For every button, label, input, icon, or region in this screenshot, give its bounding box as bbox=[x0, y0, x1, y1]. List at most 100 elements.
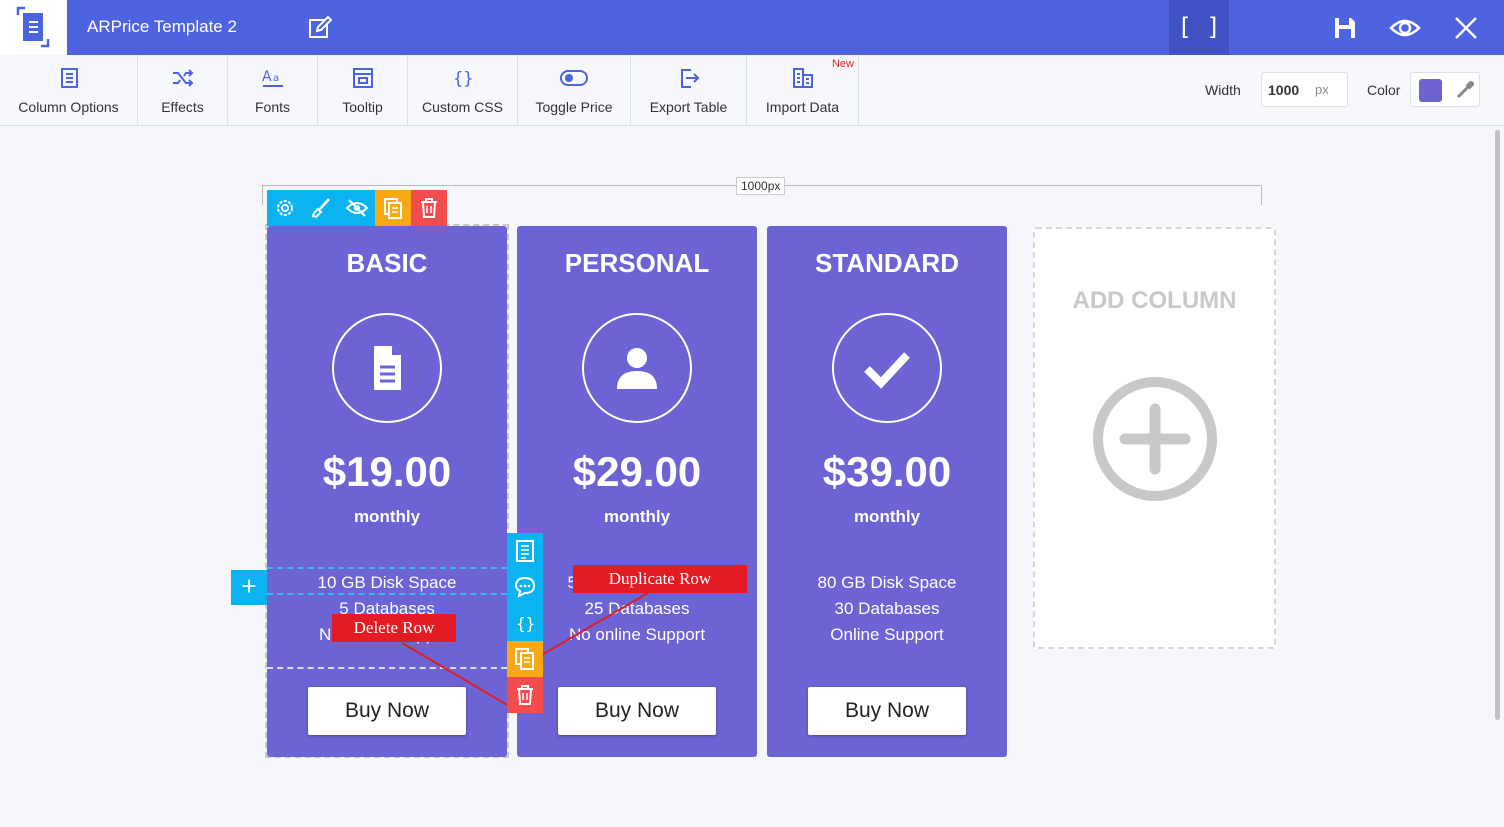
plan-icon-circle bbox=[332, 313, 442, 423]
save-icon[interactable] bbox=[1331, 14, 1359, 42]
tool-label: Fonts bbox=[254, 99, 290, 115]
tool-label: Effects bbox=[161, 99, 204, 115]
row-description-icon bbox=[516, 540, 534, 562]
buy-now-button[interactable]: Buy Now bbox=[808, 687, 966, 735]
tool-import-data[interactable]: New Import Data bbox=[747, 55, 859, 125]
svg-text:a: a bbox=[273, 73, 279, 84]
add-column-label: ADD COLUMN bbox=[1072, 287, 1237, 314]
plan-period: monthly bbox=[853, 507, 921, 526]
document-icon bbox=[374, 346, 401, 390]
svg-text:{}: {} bbox=[453, 69, 473, 89]
selected-row-outline bbox=[267, 567, 507, 595]
plan-price: $29.00 bbox=[572, 448, 702, 495]
plan-title: PERSONAL bbox=[564, 248, 710, 278]
column-delete-button[interactable] bbox=[411, 190, 447, 226]
tool-label: Tooltip bbox=[342, 99, 383, 115]
close-icon[interactable] bbox=[1452, 14, 1480, 42]
shuffle-icon bbox=[172, 69, 193, 87]
plan-icon-circle bbox=[832, 313, 942, 423]
plan-price: $39.00 bbox=[822, 448, 952, 495]
tool-column-options[interactable]: Column Options bbox=[0, 55, 138, 125]
plan-price: $19.00 bbox=[322, 448, 452, 495]
column-hide-button[interactable] bbox=[339, 190, 375, 226]
width-input[interactable]: 1000 px bbox=[1261, 72, 1348, 107]
duplicate-row-callout: Duplicate Row bbox=[573, 565, 747, 593]
color-swatch[interactable] bbox=[1419, 79, 1442, 102]
ruler-label: 1000px bbox=[736, 177, 786, 195]
tool-custom-css[interactable]: {} Custom CSS bbox=[408, 55, 518, 125]
plan-title: BASIC bbox=[346, 248, 428, 278]
tool-toggle-price[interactable]: Toggle Price bbox=[518, 55, 631, 125]
svg-text:{}: {} bbox=[516, 614, 535, 633]
top-bar: ARPrice Template 2 [ ] bbox=[0, 0, 1504, 55]
tool-fonts[interactable]: A a Fonts bbox=[228, 55, 318, 125]
duplicate-row-button[interactable] bbox=[507, 641, 543, 677]
app-logo bbox=[0, 0, 67, 55]
scrollbar-thumb[interactable] bbox=[1495, 130, 1500, 720]
plan-title: STANDARD bbox=[815, 248, 959, 278]
plan-feature: 25 Databases bbox=[584, 599, 690, 618]
plan-feature: 30 Databases bbox=[834, 599, 940, 618]
export-icon bbox=[680, 69, 699, 88]
settings-icon bbox=[277, 200, 293, 216]
delete-row-button[interactable] bbox=[507, 677, 543, 713]
width-unit: px bbox=[1315, 82, 1329, 97]
hide-icon bbox=[346, 199, 368, 217]
delete-row-icon bbox=[517, 685, 533, 705]
color-picker-field[interactable] bbox=[1410, 72, 1480, 107]
brush-icon bbox=[311, 198, 330, 219]
new-badge: New bbox=[831, 58, 854, 70]
width-value: 1000 bbox=[1268, 82, 1300, 98]
trash-icon bbox=[421, 198, 437, 218]
preview-eye-icon[interactable] bbox=[1389, 14, 1421, 42]
logo-icon bbox=[16, 6, 50, 48]
column-settings-button[interactable] bbox=[267, 190, 303, 226]
pricing-column-personal[interactable]: PERSONAL $29.00 monthly 50 GB Disk Space… bbox=[517, 226, 757, 757]
toggle-icon bbox=[560, 70, 588, 86]
checkmark-icon bbox=[864, 352, 910, 389]
row-css-button[interactable]: {} bbox=[507, 605, 543, 641]
buy-now-button[interactable]: Buy Now bbox=[308, 687, 466, 735]
row-tooltip-button[interactable] bbox=[507, 569, 543, 605]
delete-row-callout: Delete Row bbox=[332, 614, 456, 642]
tool-label: Export Table bbox=[649, 99, 728, 115]
add-column-placeholder[interactable]: ADD COLUMN bbox=[1033, 227, 1276, 649]
column-style-button[interactable] bbox=[303, 190, 339, 226]
row-description-button[interactable] bbox=[507, 533, 543, 569]
pricing-column-basic[interactable]: BASIC $19.00 monthly 10 GB Disk Space 5 … bbox=[267, 226, 507, 757]
import-icon bbox=[792, 68, 813, 88]
tool-label: Import Data bbox=[765, 99, 840, 115]
column-options-icon bbox=[60, 68, 78, 88]
tool-tooltip[interactable]: Tooltip bbox=[318, 55, 408, 125]
tool-label: Column Options bbox=[18, 99, 119, 115]
app-title: ARPrice Template 2 bbox=[87, 17, 237, 36]
tool-export-table[interactable]: Export Table bbox=[631, 55, 747, 125]
plan-feature: Online Support bbox=[830, 625, 944, 644]
tool-label: Custom CSS bbox=[422, 99, 503, 115]
eyedropper-icon[interactable] bbox=[1454, 79, 1476, 101]
plan-feature: 80 GB Disk Space bbox=[817, 573, 957, 592]
color-label: Color bbox=[1367, 82, 1401, 98]
toolbar: Column Options Effects A a Fonts Tooltip… bbox=[0, 55, 1504, 126]
plus-circle-icon[interactable] bbox=[1091, 375, 1219, 503]
edit-icon[interactable] bbox=[307, 15, 333, 41]
plan-feature: No online Support bbox=[568, 625, 706, 644]
tooltip-icon bbox=[352, 68, 373, 88]
plan-period: monthly bbox=[353, 507, 421, 526]
add-row-button[interactable]: + bbox=[231, 570, 267, 605]
svg-text:A: A bbox=[262, 69, 272, 85]
font-icon: A a bbox=[262, 69, 283, 87]
braces-icon: {} bbox=[453, 69, 473, 89]
tool-effects[interactable]: Effects bbox=[138, 55, 228, 125]
row-tooltip-icon bbox=[515, 576, 535, 598]
plan-icon-circle bbox=[582, 313, 692, 423]
row-css-icon: {} bbox=[516, 614, 535, 633]
pricing-column-standard[interactable]: STANDARD $39.00 monthly 80 GB Disk Space… bbox=[767, 226, 1007, 757]
code-view-button[interactable]: [ ] bbox=[1169, 0, 1229, 55]
tool-label: Toggle Price bbox=[535, 99, 613, 115]
row-toolbar: {} bbox=[507, 533, 543, 714]
column-duplicate-button[interactable] bbox=[375, 190, 411, 226]
buy-now-button[interactable]: Buy Now bbox=[558, 687, 716, 735]
plan-period: monthly bbox=[603, 507, 671, 526]
user-icon bbox=[617, 348, 657, 389]
